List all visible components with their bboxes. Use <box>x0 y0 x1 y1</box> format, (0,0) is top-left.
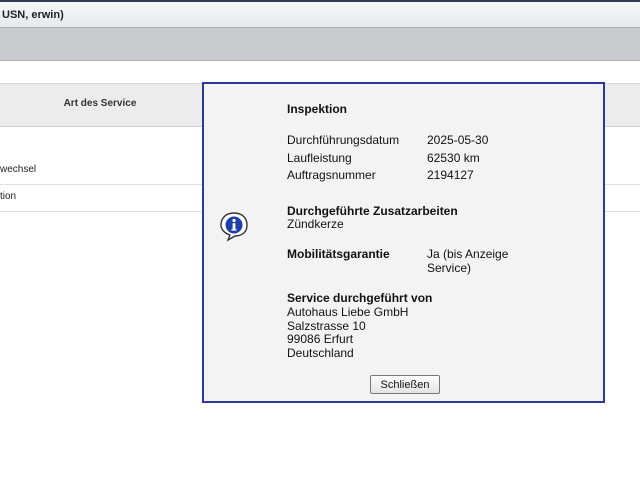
extra-work-value: Zündkerze <box>287 217 344 231</box>
window-title-bar: USN, erwin) <box>0 0 640 28</box>
mobility-value-line2: Service) <box>427 261 472 275</box>
detail-label-mileage: Laufleistung <box>287 151 352 165</box>
extra-work-heading: Durchgeführte Zusatzarbeiten <box>287 204 458 218</box>
toolbar <box>0 28 640 61</box>
close-button[interactable]: Schließen <box>370 375 440 394</box>
service-detail-dialog: Inspektion Durchführungsdatum 2025-05-30… <box>202 82 605 403</box>
service-provider-country: Deutschland <box>287 346 354 360</box>
detail-label-date: Durchführungsdatum <box>287 133 400 147</box>
detail-label-order: Auftragsnummer <box>287 168 376 182</box>
detail-value-order: 2194127 <box>427 168 474 182</box>
mobility-value-line1: Ja (bis Anzeige <box>427 247 509 261</box>
dialog-title: Inspektion <box>287 102 348 116</box>
service-provider-heading: Service durchgeführt von <box>287 291 433 305</box>
info-icon <box>220 212 248 242</box>
service-provider-city: 99086 Erfurt <box>287 332 354 346</box>
service-provider-name: Autohaus Liebe GmbH <box>287 305 409 319</box>
column-header-service-type: Art des Service <box>63 98 137 109</box>
detail-value-date: 2025-05-30 <box>427 133 489 147</box>
detail-value-mileage: 62530 km <box>427 151 480 165</box>
window-title: USN, erwin) <box>2 9 64 21</box>
mobility-label: Mobilitätsgarantie <box>287 247 390 261</box>
table-cell: wechsel <box>0 164 37 175</box>
table-cell: tion <box>0 191 17 202</box>
service-provider-street: Salzstrasse 10 <box>287 319 366 333</box>
